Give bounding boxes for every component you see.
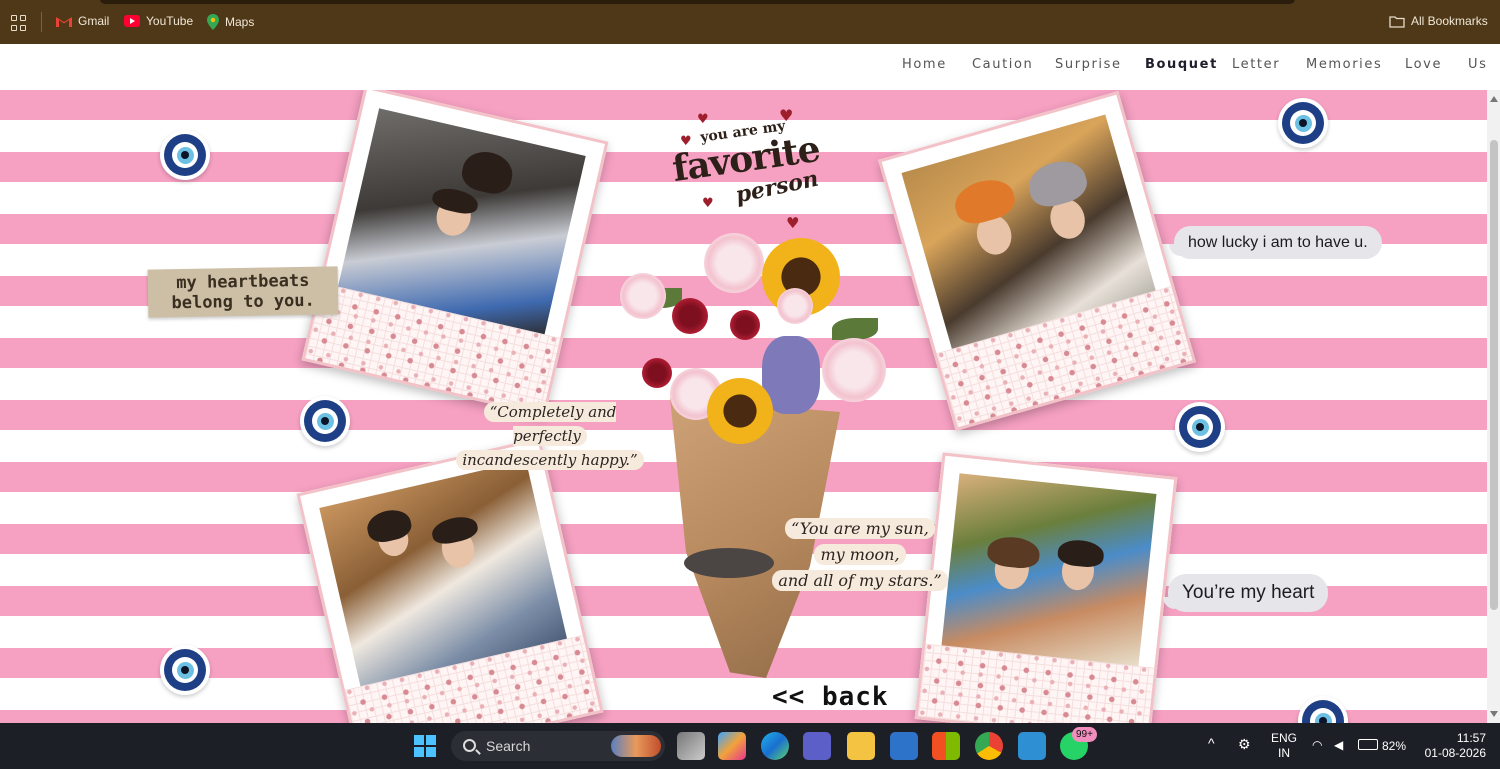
bookmark-label: Gmail — [78, 14, 110, 28]
youtube-icon — [124, 15, 140, 27]
quote-line: my moon, — [814, 544, 906, 565]
vpn-icon[interactable]: ⚙ — [1238, 737, 1251, 752]
windows-start-icon[interactable] — [414, 735, 436, 757]
favorite-person-sticker: you are my favorite person — [660, 110, 830, 220]
taskbar-search[interactable]: Search — [451, 731, 665, 761]
bookmark-label: YouTube — [146, 14, 194, 28]
bubble-heart: You’re my heart — [1162, 574, 1329, 612]
bookmark-youtube[interactable]: YouTube — [124, 14, 193, 28]
whatsapp-badge: 99+ — [1072, 727, 1097, 742]
nav-letter[interactable]: Letter — [1232, 57, 1280, 72]
clock-time: 11:57 — [1456, 731, 1486, 745]
evil-eye-icon — [160, 130, 210, 180]
teams-icon[interactable] — [803, 732, 831, 760]
nav-love[interactable]: Love — [1405, 57, 1442, 72]
file-explorer-icon[interactable] — [847, 732, 875, 760]
bubble-lucky: how lucky i am to have u. — [1169, 226, 1382, 259]
search-label: Search — [486, 738, 531, 754]
search-icon — [463, 739, 476, 752]
site-nav: Home Caution Surprise Bouquet Letter Mem… — [0, 44, 1500, 90]
store-icon[interactable] — [932, 732, 960, 760]
search-highlight-image — [611, 735, 661, 757]
battery-percent: 82% — [1382, 739, 1407, 753]
address-bar-edge — [100, 0, 1295, 4]
clock-date: 01-08-2026 — [1424, 746, 1486, 760]
tray-chevron-icon[interactable]: ^ — [1208, 736, 1215, 751]
heart-icon: ♥ — [702, 196, 714, 211]
clock[interactable]: 11:57 01-08-2026 — [1418, 731, 1486, 761]
nav-surprise[interactable]: Surprise — [1055, 57, 1122, 72]
quote-line: “You are my sun, — [785, 518, 935, 539]
bouquet-page: my heartbeats belong to you. you are my f… — [0, 90, 1487, 723]
wifi-icon[interactable]: ◠ — [1312, 738, 1322, 753]
note-line: belong to you. — [171, 290, 315, 314]
page-scrollbar[interactable] — [1487, 90, 1500, 723]
bookmarks-bar: Gmail YouTube Maps All Bookmarks — [0, 0, 1500, 44]
mail-icon[interactable] — [890, 732, 918, 760]
heart-icon: ♥ — [697, 112, 709, 127]
photo-couple-outdoor — [941, 473, 1157, 671]
maps-icon — [207, 14, 219, 30]
quote-line: “Completely and perfectly — [483, 402, 617, 446]
language-indicator[interactable]: ENG IN — [1270, 731, 1298, 761]
copilot-icon[interactable] — [718, 732, 746, 760]
scroll-thumb[interactable] — [1490, 140, 1498, 610]
quote-happy: “Completely and perfectly incandescently… — [450, 400, 650, 472]
polaroid-photo-costume — [877, 91, 1197, 431]
polaroid-photo-mirror — [296, 437, 604, 723]
back-link[interactable]: << back — [772, 682, 889, 712]
bookmark-label: Maps — [225, 15, 255, 29]
heart-icon: ♥ — [680, 134, 692, 149]
chrome-icon[interactable] — [975, 732, 1003, 760]
gmail-icon — [56, 17, 72, 27]
quote-sun-moon: “You are my sun, my moon, and all of my … — [760, 516, 960, 594]
quote-line: incandescently happy.” — [456, 450, 644, 470]
volume-icon[interactable]: ◀ — [1334, 738, 1343, 753]
scroll-down-icon[interactable] — [1490, 711, 1498, 717]
all-bookmarks[interactable]: All Bookmarks — [1389, 14, 1488, 28]
control-panel-icon[interactable] — [1018, 732, 1046, 760]
all-bookmarks-label: All Bookmarks — [1411, 14, 1488, 28]
heartbeats-note: my heartbeats belong to you. — [147, 266, 339, 318]
nav-bouquet[interactable]: Bouquet — [1145, 57, 1218, 72]
nav-caution[interactable]: Caution — [972, 57, 1033, 72]
nav-us[interactable]: Us — [1468, 57, 1488, 72]
nav-memories[interactable]: Memories — [1306, 57, 1382, 72]
evil-eye-icon — [1278, 98, 1328, 148]
evil-eye-icon — [1298, 696, 1348, 723]
evil-eye-icon — [160, 645, 210, 695]
nav-home[interactable]: Home — [902, 57, 947, 72]
battery-icon[interactable] — [1358, 739, 1378, 750]
task-view-icon[interactable] — [677, 732, 705, 760]
heart-icon: ♥ — [779, 106, 794, 125]
bookmark-gmail[interactable]: Gmail — [56, 14, 109, 28]
bookmarks-divider — [41, 12, 42, 32]
language-line: IN — [1278, 746, 1290, 760]
evil-eye-icon — [1175, 402, 1225, 452]
folder-icon — [1389, 15, 1405, 28]
language-line: ENG — [1270, 731, 1297, 745]
polaroid-photo-bouquet — [301, 90, 609, 417]
scroll-up-icon[interactable] — [1490, 96, 1498, 102]
evil-eye-icon — [300, 396, 350, 446]
edge-icon[interactable] — [761, 732, 789, 760]
flower-bouquet — [612, 228, 912, 698]
windows-taskbar: Search 99+ ^ ⚙ ENG IN ◠ ◀ 82% 11:57 01-0… — [0, 723, 1500, 769]
apps-grid-icon[interactable] — [11, 15, 27, 31]
quote-line: and all of my stars.” — [772, 570, 948, 591]
bookmark-maps[interactable]: Maps — [207, 14, 254, 30]
